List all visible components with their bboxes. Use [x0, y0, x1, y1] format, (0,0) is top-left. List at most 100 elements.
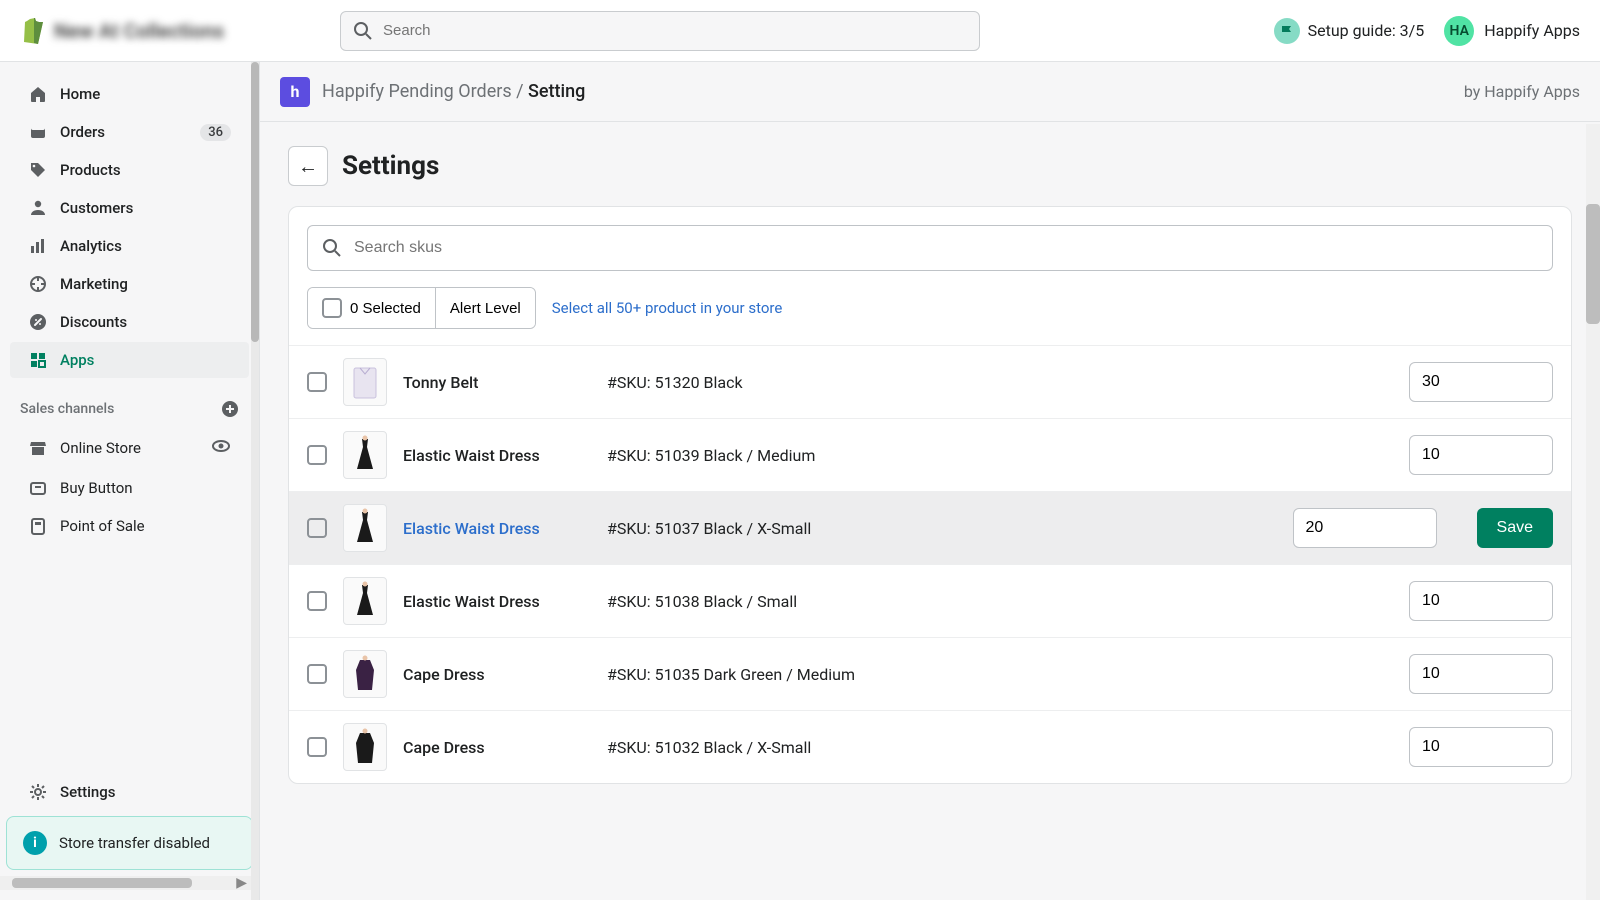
main-v-scrollbar[interactable] [1586, 124, 1600, 900]
orders-icon [28, 122, 48, 142]
row-checkbox[interactable] [307, 664, 327, 684]
alert-level-input[interactable] [1409, 654, 1553, 694]
channel-label: Online Store [60, 439, 141, 457]
product-name: Cape Dress [403, 738, 591, 757]
breadcrumb-current: Setting [528, 81, 585, 102]
product-name[interactable]: Elastic Waist Dress [403, 519, 591, 538]
person-icon [28, 198, 48, 218]
product-sku: #SKU: 51035 Dark Green / Medium [607, 665, 1112, 684]
alert-level-input[interactable] [1409, 362, 1553, 402]
settings-label: Settings [60, 783, 116, 801]
global-search-wrap [340, 11, 980, 51]
select-all-checkbox[interactable] [322, 298, 342, 318]
channel-label: Point of Sale [60, 517, 145, 535]
badge: 36 [200, 124, 231, 141]
row-checkbox[interactable] [307, 372, 327, 392]
sidebar-item-discounts[interactable]: Discounts [10, 304, 249, 340]
store-name: New At Collections [54, 19, 224, 43]
analytics-icon [28, 236, 48, 256]
breadcrumb-app[interactable]: Happify Pending Orders [322, 81, 512, 102]
back-button[interactable]: ← [288, 146, 328, 186]
sidebar-item-settings[interactable]: Settings [10, 774, 249, 810]
row-checkbox[interactable] [307, 591, 327, 611]
sidebar-item-label: Orders [60, 123, 105, 141]
user-name: Happify Apps [1484, 21, 1580, 40]
view-icon[interactable] [211, 436, 231, 460]
gear-icon [28, 782, 48, 802]
sidebar-item-analytics[interactable]: Analytics [10, 228, 249, 264]
sidebar-item-label: Apps [60, 351, 94, 369]
user-menu[interactable]: HA Happify Apps [1444, 16, 1580, 46]
product-sku: #SKU: 51039 Black / Medium [607, 446, 1112, 465]
topbar: New At Collections Setup guide: 3/5 HA H… [0, 0, 1600, 62]
product-name: Elastic Waist Dress [403, 592, 591, 611]
select-all-link[interactable]: Select all 50+ product in your store [552, 299, 783, 317]
search-icon [353, 21, 373, 41]
sidebar-item-label: Products [60, 161, 121, 179]
store-icon [28, 438, 48, 458]
sales-channels-header: Sales channels [0, 380, 259, 426]
product-sku: #SKU: 51032 Black / X-Small [607, 738, 1112, 757]
product-row: Elastic Waist Dress #SKU: 51039 Black / M… [289, 418, 1571, 491]
segmented-group: 0 Selected Alert Level [307, 287, 536, 329]
channel-label: Buy Button [60, 479, 133, 497]
breadcrumb: Happify Pending Orders / Setting [322, 81, 585, 102]
settings-card: 0 Selected Alert Level Select all 50+ pr… [288, 206, 1572, 784]
channel-item-online-store[interactable]: Online Store [10, 428, 249, 468]
alert-level-input[interactable] [1409, 581, 1553, 621]
product-thumbnail [343, 577, 387, 625]
setup-guide[interactable]: Setup guide: 3/5 [1274, 18, 1425, 44]
sidebar-item-apps[interactable]: Apps [10, 342, 249, 378]
logo-area: New At Collections [20, 17, 320, 45]
channel-item-point-of-sale[interactable]: Point of Sale [10, 508, 249, 544]
sidebar-item-products[interactable]: Products [10, 152, 249, 188]
product-name: Cape Dress [403, 665, 591, 684]
sidebar-item-label: Home [60, 85, 100, 103]
sidebar-item-orders[interactable]: Orders 36 [10, 114, 249, 150]
sidebar-item-home[interactable]: Home [10, 76, 249, 112]
row-checkbox[interactable] [307, 445, 327, 465]
discount-icon [28, 312, 48, 332]
alert-level-input[interactable] [1409, 435, 1553, 475]
sidebar-v-scrollbar[interactable] [251, 62, 259, 900]
row-checkbox[interactable] [307, 518, 327, 538]
sidebar-item-label: Discounts [60, 313, 127, 331]
product-row: Cape Dress #SKU: 51032 Black / X-Small [289, 710, 1571, 783]
setup-guide-label: Setup guide: 3/5 [1308, 21, 1425, 40]
save-button[interactable]: Save [1477, 508, 1553, 548]
product-thumbnail [343, 650, 387, 698]
alert-level-input[interactable] [1409, 727, 1553, 767]
avatar: HA [1444, 16, 1474, 46]
page-header: ← Settings [260, 122, 1600, 196]
global-search-input[interactable] [383, 22, 967, 39]
banner-text: Store transfer disabled [59, 834, 210, 852]
product-thumbnail [343, 358, 387, 406]
channel-item-buy-button[interactable]: Buy Button [10, 470, 249, 506]
product-row: Elastic Waist Dress#SKU: 51038 Black / S… [289, 564, 1571, 637]
app-icon: h [280, 77, 310, 107]
tag-icon [28, 160, 48, 180]
sales-channels-label: Sales channels [20, 401, 114, 417]
product-row: Cape Dress #SKU: 51035 Dark Green / Mediu… [289, 637, 1571, 710]
buy-icon [28, 478, 48, 498]
sku-search-input[interactable] [354, 239, 1538, 257]
selected-count-label: 0 Selected [350, 300, 421, 317]
sidebar-item-label: Marketing [60, 275, 128, 293]
product-row: Elastic Waist Dress#SKU: 51037 Black / X… [289, 491, 1571, 564]
sidebar-h-scrollbar[interactable]: ▶ [0, 876, 259, 890]
selected-count-button[interactable]: 0 Selected [308, 288, 436, 328]
page-title: Settings [342, 151, 439, 181]
global-search[interactable] [340, 11, 980, 51]
flag-icon [1274, 18, 1300, 44]
row-checkbox[interactable] [307, 737, 327, 757]
product-name: Elastic Waist Dress [403, 446, 591, 465]
product-row: Tonny Belt#SKU: 51320 Black [289, 345, 1571, 418]
alert-level-button[interactable]: Alert Level [436, 288, 535, 328]
sidebar-item-marketing[interactable]: Marketing [10, 266, 249, 302]
sidebar-item-customers[interactable]: Customers [10, 190, 249, 226]
sidebar-item-label: Analytics [60, 237, 122, 255]
sku-search[interactable] [307, 225, 1553, 271]
add-channel-icon[interactable] [221, 400, 239, 418]
alert-level-input[interactable] [1293, 508, 1437, 548]
product-thumbnail [343, 504, 387, 552]
